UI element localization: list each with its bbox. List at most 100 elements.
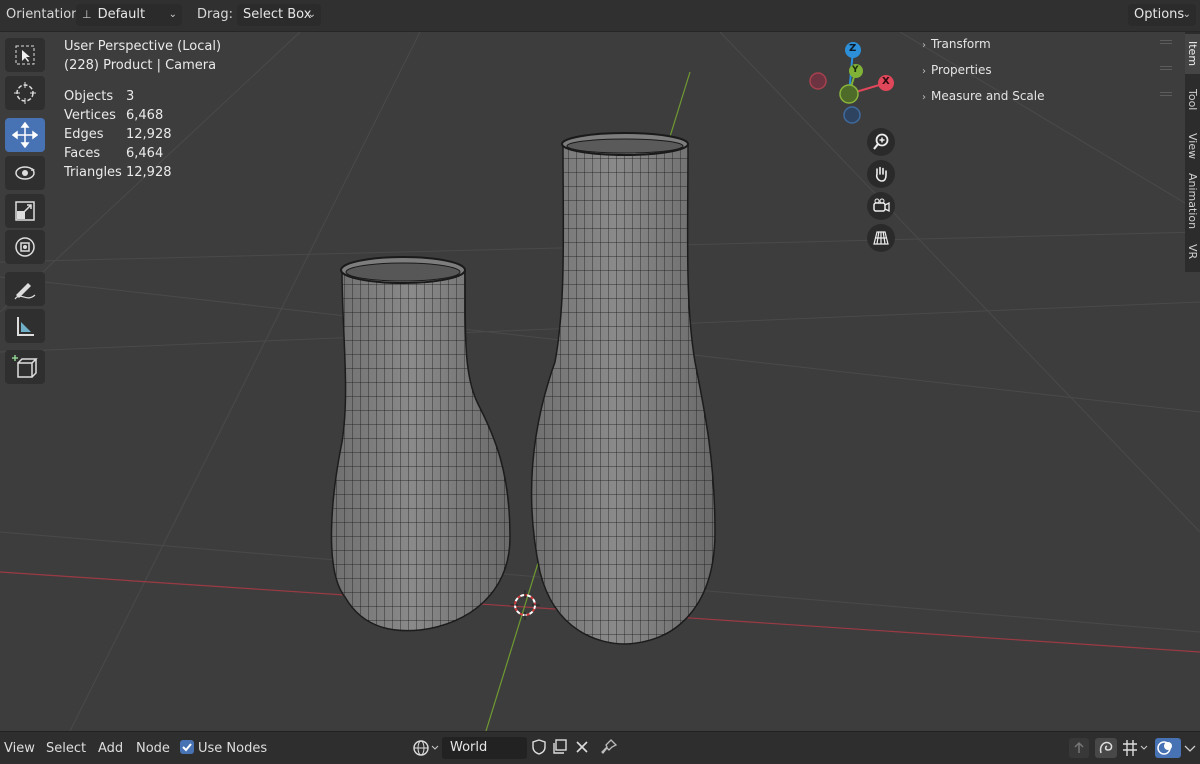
chevron-down-icon: ⌄: [1182, 9, 1191, 20]
zoom-icon: [873, 133, 889, 150]
drag-handle-icon[interactable]: [1160, 92, 1172, 98]
panel-properties[interactable]: › Properties: [922, 63, 992, 77]
cursor-icon: [14, 82, 36, 104]
options-dropdown[interactable]: Options ⌄: [1128, 4, 1196, 26]
menu-select[interactable]: Select: [46, 741, 86, 756]
menu-node[interactable]: Node: [136, 741, 170, 756]
viewport-header: Orientation: ⊥ Default ⌄ Drag: Select Box…: [0, 0, 1200, 32]
scale-icon: [15, 201, 35, 221]
stat-triangles: Triangles 12,928: [64, 165, 172, 180]
scene-canvas: [0, 32, 1200, 731]
panel-title: Properties: [931, 63, 992, 77]
tool-rotate[interactable]: [5, 156, 45, 190]
options-label: Options: [1134, 7, 1185, 22]
chevron-down-icon: ⌄: [168, 9, 177, 20]
fake-user-shield-icon[interactable]: [530, 738, 548, 760]
node-editor-header: View Select Add Node Use Nodes World: [0, 731, 1200, 764]
view-perspective-text: User Perspective (Local): [64, 39, 222, 54]
world-name-field[interactable]: World: [442, 737, 527, 759]
close-icon[interactable]: [573, 738, 591, 760]
stat-label: Objects: [64, 89, 114, 104]
stat-label: Faces: [64, 146, 101, 161]
tab-view[interactable]: View: [1185, 126, 1200, 166]
stat-label: Triangles: [64, 165, 122, 180]
stat-value: 6,464: [126, 146, 164, 161]
menu-view[interactable]: View: [4, 741, 35, 756]
stat-value: 12,928: [126, 127, 172, 142]
drag-label: Drag:: [197, 7, 233, 22]
camera-icon: [873, 198, 890, 213]
tool-add-cube[interactable]: [5, 350, 45, 384]
overlay-icon: [1157, 741, 1172, 755]
add-cube-icon: [12, 355, 38, 378]
tool-scale[interactable]: [5, 194, 45, 228]
orientation-icon: ⊥: [82, 8, 92, 21]
tool-cursor[interactable]: [5, 76, 45, 110]
gizmo-y-label[interactable]: Y: [852, 65, 859, 75]
parent-node-tree-icon[interactable]: [1069, 738, 1089, 758]
sidebar-tabs: Item Tool View Animation VR: [1185, 32, 1200, 272]
globe-icon: [413, 740, 439, 756]
tool-transform[interactable]: [5, 230, 45, 264]
annotate-icon: [14, 283, 36, 300]
stat-value: 12,928: [126, 165, 172, 180]
tab-tool[interactable]: Tool: [1185, 80, 1200, 120]
tool-measure[interactable]: [5, 309, 45, 343]
tab-vr[interactable]: VR: [1185, 238, 1200, 266]
grid-perspective-icon: [873, 231, 889, 245]
stat-label: Vertices: [64, 108, 116, 123]
hand-icon: [875, 166, 887, 182]
tool-select-box[interactable]: [5, 38, 45, 72]
stat-vertices: Vertices 6,468: [64, 108, 163, 123]
rotate-icon: [15, 166, 35, 180]
vase-tall: [530, 132, 716, 645]
stat-value: 6,468: [126, 108, 164, 123]
snap-mode-dropdown[interactable]: [1120, 738, 1150, 758]
tab-item[interactable]: Item: [1185, 34, 1200, 74]
orientation-value: Default: [97, 7, 146, 22]
stat-edges: Edges 12,928: [64, 127, 172, 142]
zoom-button[interactable]: [867, 128, 895, 156]
active-object-text: (228) Product | Camera: [64, 58, 217, 73]
checkmark-icon: [182, 743, 192, 752]
gizmo-x-label[interactable]: X: [882, 76, 890, 87]
world-browse-button[interactable]: [411, 738, 441, 758]
pan-button[interactable]: [867, 160, 895, 188]
panel-measure-and-scale[interactable]: › Measure and Scale: [922, 89, 1045, 103]
vase-small: [330, 256, 511, 632]
use-nodes-label: Use Nodes: [198, 741, 268, 756]
tool-move[interactable]: [5, 118, 45, 152]
measure-icon: [17, 317, 34, 336]
select-box-icon: [15, 45, 35, 65]
chevron-down-icon[interactable]: [1183, 738, 1197, 758]
perspective-toggle-button[interactable]: [867, 224, 895, 252]
pin-icon[interactable]: [600, 738, 618, 760]
chevron-right-icon: ›: [922, 40, 926, 51]
use-nodes-checkbox[interactable]: [180, 740, 194, 754]
move-icon: [12, 122, 38, 148]
gizmo-z-label[interactable]: Z: [849, 43, 856, 54]
chevron-right-icon: ›: [922, 92, 926, 103]
drag-handle-icon[interactable]: [1160, 66, 1172, 72]
chevron-right-icon: ›: [922, 66, 926, 77]
transform-icon: [15, 237, 35, 257]
stat-objects: Objects 3: [64, 89, 134, 104]
menu-add[interactable]: Add: [98, 741, 123, 756]
orientation-dropdown[interactable]: ⊥ Default ⌄: [76, 4, 182, 26]
camera-view-button[interactable]: [867, 192, 895, 220]
drag-handle-icon[interactable]: [1160, 40, 1172, 46]
panel-title: Transform: [931, 37, 991, 51]
duplicate-icon[interactable]: [551, 738, 569, 760]
drag-value: Select Box: [243, 7, 312, 22]
3d-viewport[interactable]: Z Y X User Perspective (Local) (228) Pro…: [0, 32, 1200, 731]
chevron-down-icon: ⌄: [307, 9, 316, 20]
panel-title: Measure and Scale: [931, 89, 1045, 103]
tool-annotate[interactable]: [5, 272, 45, 306]
grid-snap-icon: [1123, 740, 1148, 756]
panel-transform[interactable]: › Transform: [922, 37, 991, 51]
drag-dropdown[interactable]: Select Box ⌄: [237, 4, 321, 26]
tab-animation[interactable]: Animation: [1185, 172, 1200, 230]
overlays-toggle[interactable]: [1155, 738, 1181, 758]
snap-toggle-icon[interactable]: [1095, 738, 1117, 758]
stat-label: Edges: [64, 127, 104, 142]
